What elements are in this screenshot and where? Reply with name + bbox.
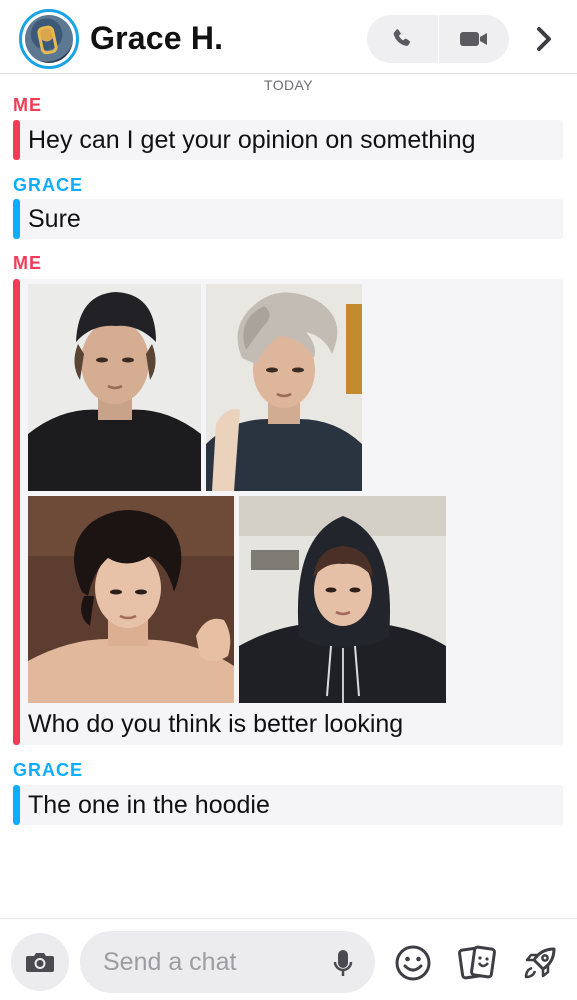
message-bubble[interactable]: Sure bbox=[13, 199, 563, 239]
attached-photo[interactable] bbox=[28, 496, 234, 703]
friend-avatar[interactable] bbox=[19, 9, 79, 69]
phone-icon bbox=[393, 29, 411, 46]
chat-title[interactable]: Grace H. bbox=[90, 18, 223, 58]
sender-color-bar bbox=[13, 785, 20, 825]
sender-label-me: ME bbox=[13, 95, 42, 115]
chat-footer bbox=[0, 918, 577, 1000]
chat-header: Grace H. bbox=[0, 0, 577, 74]
sender-color-bar bbox=[13, 120, 20, 160]
message-bubble[interactable]: Hey can I get your opinion on something bbox=[13, 120, 563, 160]
voice-call-button[interactable] bbox=[367, 15, 438, 63]
attached-photo[interactable] bbox=[206, 284, 362, 491]
bitmoji-avatar-icon bbox=[25, 15, 73, 63]
smiley-icon[interactable] bbox=[393, 943, 433, 983]
message-bubble-with-photos[interactable]: Who do you think is better looking bbox=[13, 279, 563, 745]
sender-color-bar bbox=[13, 279, 20, 745]
video-camera-icon bbox=[459, 32, 487, 46]
video-call-button[interactable] bbox=[439, 15, 510, 63]
sticker-cards-icon[interactable] bbox=[457, 943, 497, 983]
sender-color-bar bbox=[13, 199, 20, 239]
rocket-icon[interactable] bbox=[520, 943, 560, 983]
message-bubble[interactable]: The one in the hoodie bbox=[13, 785, 563, 825]
attached-photo[interactable] bbox=[239, 496, 446, 703]
call-button-group bbox=[367, 15, 509, 63]
message-text: Hey can I get your opinion on something bbox=[28, 126, 476, 154]
chevron-right-icon[interactable] bbox=[527, 20, 561, 58]
sender-label-grace: GRACE bbox=[13, 175, 84, 195]
message-text: Sure bbox=[28, 205, 81, 233]
message-text: The one in the hoodie bbox=[28, 791, 270, 819]
sender-label-grace: GRACE bbox=[13, 760, 84, 780]
camera-icon bbox=[26, 953, 54, 972]
camera-button[interactable] bbox=[11, 933, 69, 991]
microphone-icon[interactable] bbox=[329, 947, 357, 979]
date-divider: TODAY bbox=[264, 77, 313, 93]
sender-label-me: ME bbox=[13, 253, 42, 273]
message-text: Who do you think is better looking bbox=[28, 710, 404, 738]
attached-photo[interactable] bbox=[28, 284, 201, 491]
